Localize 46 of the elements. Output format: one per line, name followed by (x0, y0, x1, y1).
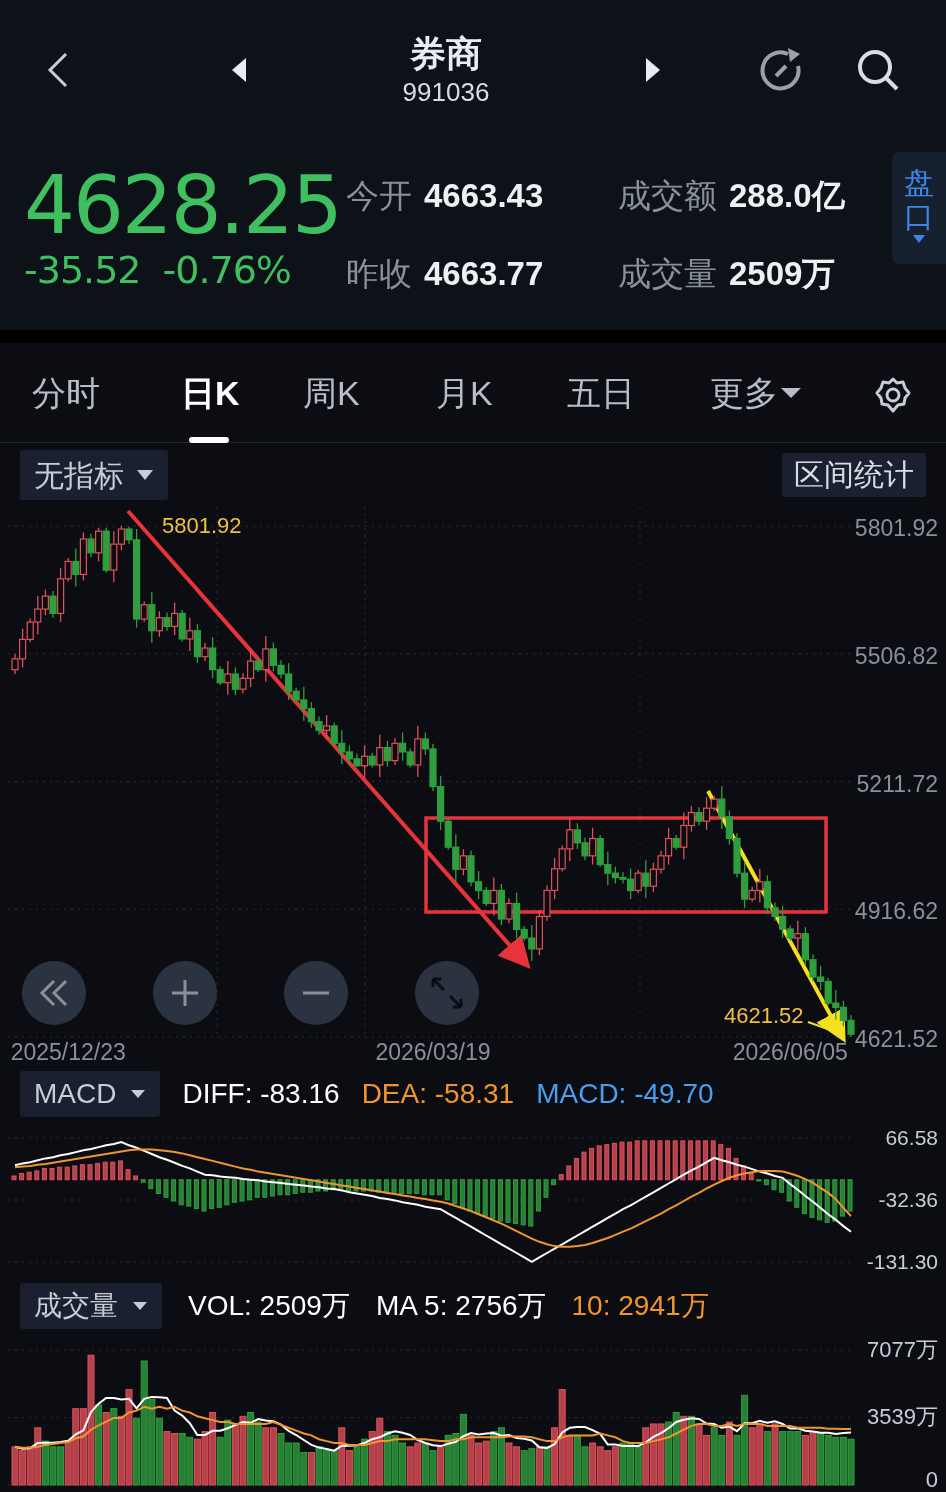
price-axis-label: 5801.92 (854, 515, 938, 541)
indicator-dropdown[interactable]: 无指标 (20, 450, 168, 500)
axis-label: 0 (925, 1468, 938, 1492)
stat-value: 4663.43 (424, 176, 544, 217)
stat-label: 成交量 (618, 254, 717, 295)
stat-value: 2509万 (729, 254, 836, 295)
date-label: 2026/06/05 (731, 1039, 849, 1065)
price-axis-label: 4621.52 (854, 1026, 938, 1052)
axis-label: 66.58 (885, 1126, 938, 1150)
stat-label: 今开 (346, 176, 412, 217)
macd-reading: DIFF: -83.16 (182, 1077, 340, 1111)
period-tab[interactable]: 日K (181, 343, 240, 443)
stock-title: 券商 (410, 32, 482, 76)
volume-reading: VOL: 2509万 (188, 1289, 350, 1323)
axis-label: 7077万 (867, 1338, 938, 1362)
macd-reading: DEA: -58.31 (361, 1077, 515, 1111)
stock-code: 991036 (402, 76, 490, 108)
period-tab[interactable]: 周K (303, 343, 360, 443)
stat-label: 昨收 (346, 254, 412, 295)
axis-label: -131.30 (866, 1250, 938, 1274)
price-axis-label: 4916.62 (854, 898, 938, 925)
low-price-label: 4621.52 (724, 1003, 804, 1029)
stat-label: 成交额 (618, 176, 717, 217)
high-price-label: 5801.92 (162, 513, 242, 539)
period-tab[interactable]: 分时 (32, 343, 100, 443)
range-stats-button[interactable]: 区间统计 (782, 453, 926, 497)
stat-value: 288.0亿 (729, 176, 845, 217)
stat-value: 4663.77 (424, 254, 544, 295)
volume-reading: 10: 2941万 (571, 1289, 709, 1323)
macd-reading: MACD: -49.70 (536, 1077, 714, 1111)
current-price: 4628.25 (24, 164, 342, 248)
period-tab[interactable]: 五日 (567, 343, 635, 443)
change-percent: -0.76% (162, 248, 291, 292)
price-axis-label: 5506.82 (854, 642, 938, 669)
date-label: 2025/12/23 (9, 1039, 127, 1065)
axis-label: 3539万 (867, 1405, 938, 1430)
volume-reading: MA 5: 2756万 (375, 1289, 546, 1323)
axis-label: -32.36 (878, 1188, 938, 1212)
period-tab[interactable]: 月K (436, 343, 493, 443)
date-label: 2026/03/19 (374, 1039, 492, 1065)
period-tab[interactable]: 更多 (710, 343, 802, 443)
price-change: -35.52 (24, 248, 141, 292)
order-book-tab[interactable]: 盘口 (892, 152, 946, 264)
volume-dropdown[interactable]: 成交量 (20, 1283, 162, 1329)
macd-dropdown[interactable]: MACD (20, 1071, 161, 1117)
price-axis-label: 5211.72 (856, 770, 938, 797)
